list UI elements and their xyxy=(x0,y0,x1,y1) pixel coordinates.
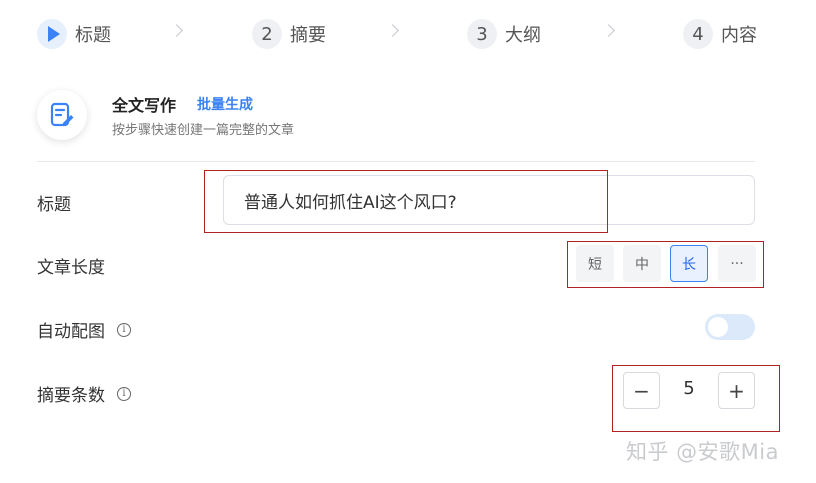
divider xyxy=(37,161,755,162)
chevron-right-icon xyxy=(170,24,183,37)
summary-count-label-text: 摘要条数 xyxy=(37,386,105,406)
step-summary[interactable]: 2 摘要 xyxy=(252,18,326,50)
annotation-box xyxy=(612,365,780,432)
length-label-text: 文章长度 xyxy=(37,258,105,278)
step-content[interactable]: 4 内容 xyxy=(683,18,757,50)
auto-image-label: 自动配图 i xyxy=(37,317,131,342)
auto-image-toggle[interactable] xyxy=(705,314,755,340)
step-number: 2 xyxy=(252,19,282,49)
annotation-box xyxy=(567,241,764,288)
summary-count-label: 摘要条数 i xyxy=(37,381,131,406)
step-label: 大纲 xyxy=(505,25,541,46)
step-label: 内容 xyxy=(721,25,757,46)
auto-image-label-text: 自动配图 xyxy=(37,322,105,342)
edit-document-icon xyxy=(37,90,87,140)
step-number: 4 xyxy=(683,19,713,49)
step-number: 3 xyxy=(467,19,497,49)
page-subtitle: 按步骤快速创建一篇完整的文章 xyxy=(112,123,295,138)
chevron-right-icon xyxy=(602,24,615,37)
length-label: 文章长度 xyxy=(37,253,105,278)
step-title[interactable]: 标题 xyxy=(37,18,111,50)
info-icon[interactable]: i xyxy=(117,386,131,401)
chevron-right-icon xyxy=(386,24,399,37)
page-title: 全文写作 xyxy=(112,96,177,115)
info-icon[interactable]: i xyxy=(117,322,131,337)
annotation-box xyxy=(204,170,608,233)
step-label: 摘要 xyxy=(290,25,326,46)
watermark: 知乎 @安歌Mia xyxy=(626,440,779,464)
play-icon xyxy=(37,19,67,49)
step-label: 标题 xyxy=(75,25,111,46)
toggle-knob xyxy=(708,317,728,337)
batch-generate-link[interactable]: 批量生成 xyxy=(197,94,253,114)
step-outline[interactable]: 3 大纲 xyxy=(467,18,541,50)
title-label-text: 标题 xyxy=(37,195,71,215)
title-label: 标题 xyxy=(37,190,71,215)
